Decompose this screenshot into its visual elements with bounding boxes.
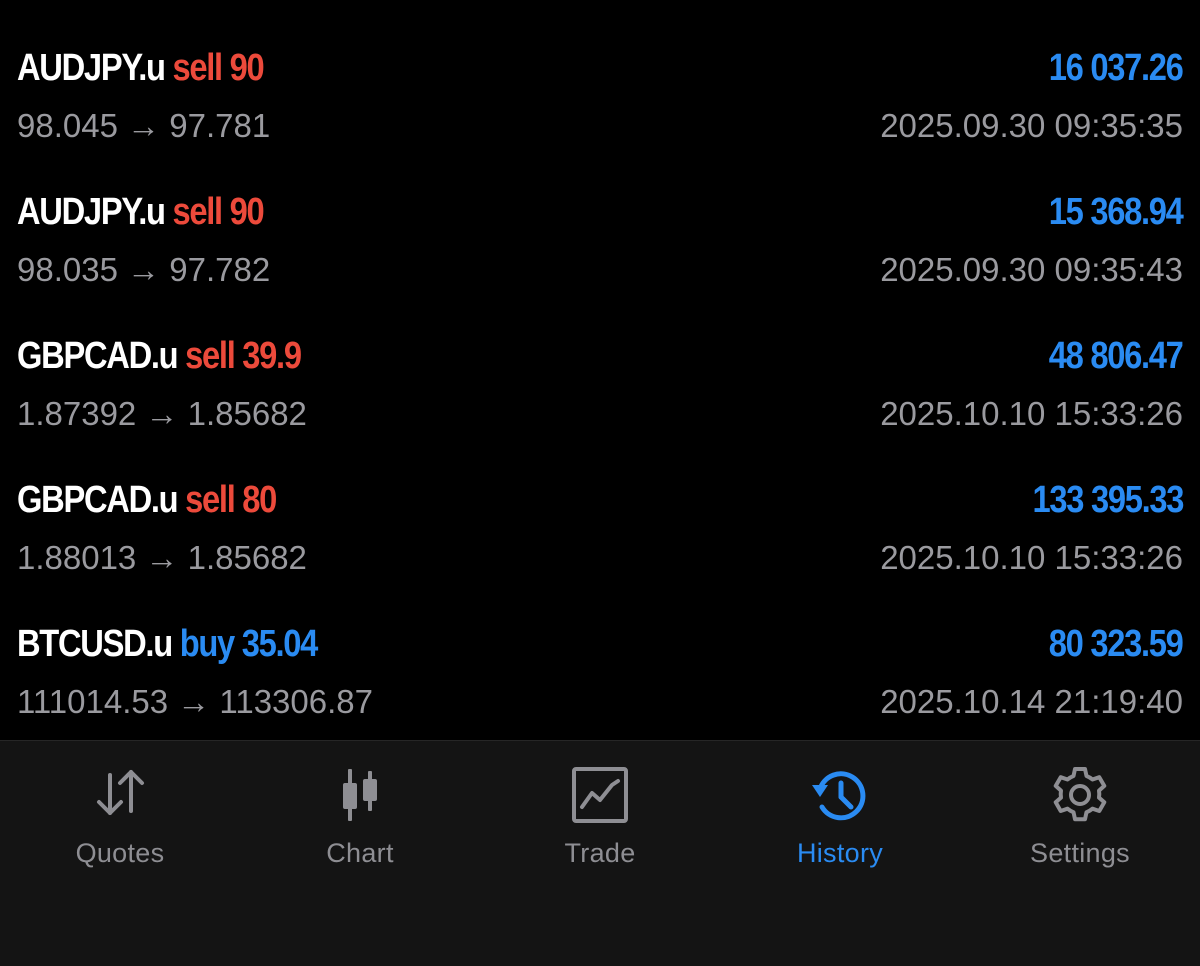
tab-label: History [796, 838, 884, 868]
deal-symbol: GBPCAD.u [17, 479, 179, 521]
deal-title: GBPCAD.u sell 39.9 [17, 334, 302, 378]
deal-symbol: AUDJPY.u [17, 191, 166, 233]
deal-symbol: AUDJPY.u [17, 47, 166, 89]
deal-row[interactable]: AUDJPY.u sell 90 15 368.94 98.035 → 97.7… [0, 176, 1200, 320]
history-deal-list[interactable]: AUDJPY.u sell 90 16 037.26 98.045 → 97.7… [0, 0, 1200, 740]
candlestick-chart-icon [328, 763, 392, 827]
deal-symbol: BTCUSD.u [17, 623, 173, 665]
deal-row[interactable]: BTCUSD.u buy 35.04 80 323.59 111014.53 →… [0, 608, 1200, 752]
deal-side-volume: buy 35.04 [179, 623, 319, 665]
deal-title: GBPCAD.u sell 80 [17, 478, 277, 522]
history-clock-icon [808, 763, 872, 827]
deal-row[interactable]: AUDJPY.u sell 90 16 037.26 98.045 → 97.7… [0, 32, 1200, 176]
deal-time: 2025.09.30 09:35:43 [880, 251, 1183, 288]
deal-side-volume: sell 90 [172, 47, 264, 89]
deal-profit: 48 806.47 [1049, 335, 1184, 377]
gear-icon [1048, 763, 1112, 827]
deal-title: AUDJPY.u sell 90 [17, 46, 265, 90]
deal-prices: 98.045 → 97.781 [17, 107, 271, 144]
deal-time: 2025.10.10 15:33:26 [880, 539, 1183, 576]
deal-symbol: GBPCAD.u [17, 335, 179, 377]
trade-chart-icon [568, 763, 632, 827]
deal-profit: 133 395.33 [1032, 479, 1184, 521]
tab-settings[interactable]: Settings [960, 741, 1200, 881]
deal-profit: 80 323.59 [1049, 623, 1184, 665]
bottom-tab-bar: Quotes Chart Trade History Settings [0, 740, 1200, 966]
tab-label: Trade [564, 838, 636, 868]
tab-label: Quotes [75, 838, 165, 868]
tab-quotes[interactable]: Quotes [0, 741, 240, 881]
deal-prices: 111014.53 → 113306.87 [17, 683, 373, 720]
deal-row[interactable]: GBPCAD.u sell 39.9 48 806.47 1.87392 → 1… [0, 320, 1200, 464]
deal-time: 2025.10.14 21:19:40 [880, 683, 1183, 720]
deal-time: 2025.10.10 15:33:26 [880, 395, 1183, 432]
quotes-arrows-icon [88, 763, 152, 827]
deal-row[interactable]: GBPCAD.u sell 80 133 395.33 1.88013 → 1.… [0, 464, 1200, 608]
deal-prices: 98.035 → 97.782 [17, 251, 271, 288]
deal-profit: 15 368.94 [1049, 191, 1184, 233]
deal-side-volume: sell 39.9 [185, 335, 302, 377]
deal-profit: 16 037.26 [1049, 47, 1184, 89]
tab-chart[interactable]: Chart [240, 741, 480, 881]
deal-prices: 1.88013 → 1.85682 [17, 539, 307, 576]
deal-title: AUDJPY.u sell 90 [17, 190, 265, 234]
deal-prices: 1.87392 → 1.85682 [17, 395, 307, 432]
deal-time: 2025.09.30 09:35:35 [880, 107, 1183, 144]
tab-trade[interactable]: Trade [480, 741, 720, 881]
tab-label: Settings [1030, 838, 1130, 868]
tab-history[interactable]: History [720, 741, 960, 881]
deal-side-volume: sell 80 [185, 479, 277, 521]
deal-title: BTCUSD.u buy 35.04 [17, 622, 319, 666]
tab-label: Chart [326, 838, 394, 868]
deal-side-volume: sell 90 [172, 191, 264, 233]
